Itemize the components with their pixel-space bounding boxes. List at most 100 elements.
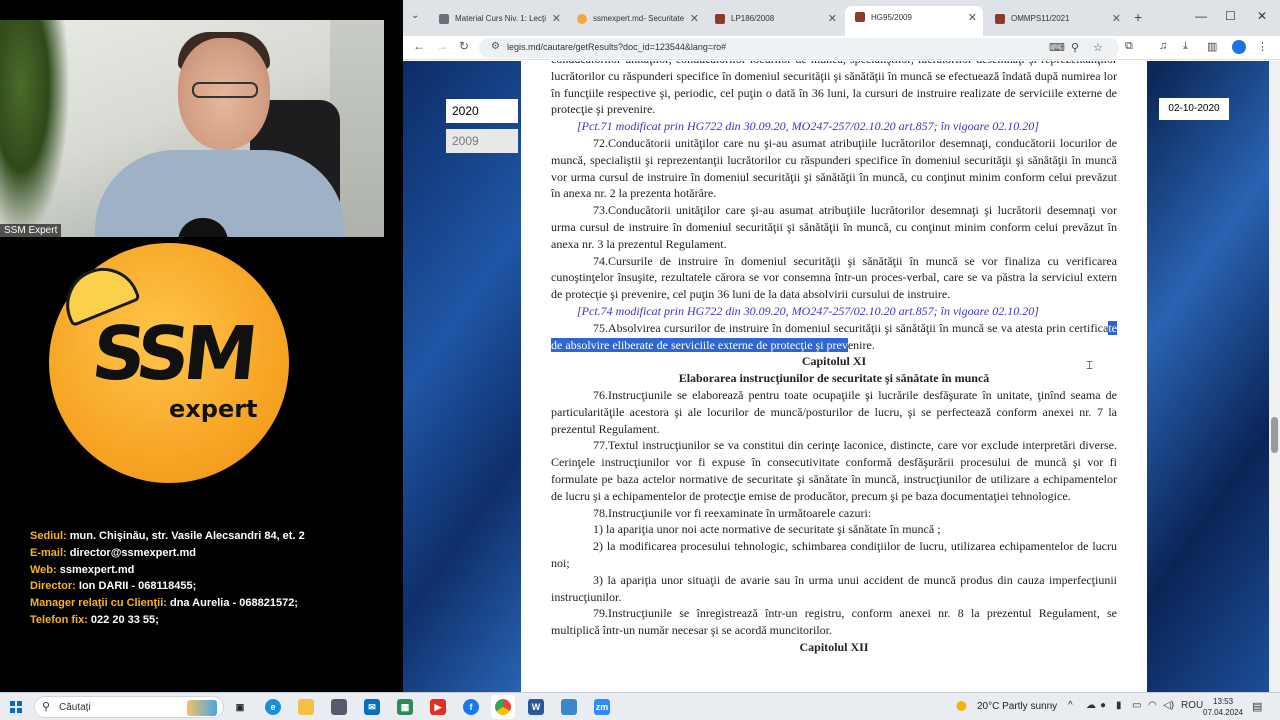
- tab-search-chevron-icon[interactable]: ⌄: [411, 10, 419, 21]
- volume-icon[interactable]: ◁): [1163, 700, 1174, 711]
- task-view-icon[interactable]: ▣: [232, 699, 248, 715]
- chapter-11-heading: Capitolul XI: [801, 354, 867, 369]
- windows-taskbar: ⚲ Căutați ▣ e ✉ ▦ ▶ f W zm 20°C Partly s…: [0, 692, 1280, 720]
- youtube-icon[interactable]: ▶: [430, 699, 446, 715]
- close-tab-icon[interactable]: ✕: [828, 8, 837, 30]
- paragraph-78-item-3: 3) la apariţia unor situaţii de avarie s…: [551, 572, 1117, 604]
- paragraph-78: 78.Instrucţiunile vor fi reexaminate în …: [593, 505, 872, 520]
- contact-line: E-mail: director@ssmexpert.md: [30, 546, 197, 559]
- file-explorer-icon[interactable]: [298, 699, 314, 715]
- store-icon[interactable]: [331, 699, 347, 715]
- contact-info: Sediul: mun. Chişinău, str. Vasile Alecs…: [30, 528, 305, 629]
- paragraph-78-item-1: 1) la apariţia unor noi acte normative d…: [593, 522, 941, 537]
- clock[interactable]: 13:53 07.04.2024: [1203, 696, 1243, 718]
- notifications-icon[interactable]: ▤: [1252, 700, 1262, 713]
- zoom-app-icon[interactable]: zm: [594, 699, 610, 715]
- logo-main-text: SSM: [88, 311, 256, 397]
- minimize-icon[interactable]: —: [1195, 9, 1207, 23]
- wifi-icon[interactable]: ◠: [1148, 700, 1157, 711]
- paragraph-79: 79.Instrucţiunile se înregistrează într-…: [551, 606, 1117, 638]
- browser-toolbar: ← → ↻ ⚙ legis.md/cautare/getResults?doc_…: [403, 36, 1280, 60]
- webcam-name-label: SSM Expert: [0, 224, 62, 237]
- contact-line: Director: Ion DARII - 068118455;: [30, 580, 197, 593]
- paragraph-71-cont: conducătorilor unităţilor, conducătorilo…: [551, 61, 1117, 117]
- facebook-icon[interactable]: f: [463, 699, 479, 715]
- new-tab-plus-icon[interactable]: +: [1134, 9, 1142, 25]
- reload-icon[interactable]: ↻: [459, 39, 469, 53]
- tab-lp186[interactable]: LP186/2008 ✕: [705, 8, 843, 30]
- legis-favicon-icon: [855, 12, 865, 22]
- close-window-icon[interactable]: ✕: [1257, 9, 1267, 23]
- paragraph-78-item-2: 2) la modificarea procesului tehnologic,…: [551, 539, 1117, 570]
- address-bar[interactable]: ⚙ legis.md/cautare/getResults?doc_id=123…: [479, 38, 1119, 58]
- scrollbar-thumb[interactable]: [1271, 417, 1278, 453]
- maximize-icon[interactable]: ☐: [1225, 9, 1236, 23]
- tray-app-icon[interactable]: ●: [1100, 700, 1106, 711]
- contact-line: Manager relaţii cu Clienţii: dna Aurelia…: [30, 597, 298, 610]
- edge-icon[interactable]: e: [265, 699, 281, 715]
- back-arrow-icon[interactable]: ←: [413, 39, 425, 53]
- tab-material-curs[interactable]: Material Curs Niv. 1: Lecţi ✕: [429, 8, 567, 30]
- document-page: conducătorilor unităţilor, conducătorilo…: [521, 61, 1147, 692]
- site-info-icon[interactable]: ⚙: [491, 41, 500, 52]
- word-icon[interactable]: W: [528, 699, 544, 715]
- legis-favicon-icon: [715, 14, 725, 24]
- chapter-11-title: Elaborarea instrucţiunilor de securitate…: [678, 371, 990, 386]
- tray-app-icon[interactable]: ☁: [1086, 700, 1096, 711]
- year-filter-2020[interactable]: 2020: [446, 99, 518, 123]
- chevron-up-icon[interactable]: ^: [1068, 700, 1073, 711]
- windows-start-icon[interactable]: [10, 701, 22, 713]
- image-editor-icon[interactable]: [561, 699, 577, 715]
- year-filter-2009[interactable]: 2009: [446, 129, 518, 153]
- side-panel-icon[interactable]: ▥: [1207, 40, 1217, 53]
- close-tab-icon[interactable]: ✕: [552, 8, 561, 30]
- page-viewport: 2020 2009 02-10-2020 conducătorilor unit…: [403, 61, 1269, 692]
- chrome-icon[interactable]: [495, 699, 511, 715]
- tab-strip: ⌄ Material Curs Niv. 1: Lecţi ✕ ssmexper…: [403, 0, 1280, 36]
- profile-avatar-icon[interactable]: [1232, 40, 1246, 54]
- mail-icon[interactable]: ✉: [364, 699, 380, 715]
- close-tab-icon[interactable]: ✕: [1112, 8, 1121, 30]
- page-scrollbar[interactable]: [1269, 61, 1280, 692]
- ssmexpert-favicon-icon: [577, 14, 587, 24]
- calculator-icon[interactable]: ▦: [397, 699, 413, 715]
- search-highlight-icon: [187, 700, 217, 716]
- close-tab-icon[interactable]: ✕: [690, 8, 699, 30]
- language-indicator[interactable]: ROU: [1181, 700, 1203, 711]
- tab-hg95[interactable]: HG95/2009 ✕: [845, 6, 983, 36]
- extensions-icon[interactable]: ⧉: [1125, 40, 1133, 53]
- weather-sun-icon[interactable]: [955, 699, 971, 713]
- ssm-expert-logo: SSM expert: [49, 243, 289, 483]
- forward-arrow-icon[interactable]: →: [436, 39, 448, 53]
- paragraph-74: 74.Cursurile de instruire în domeniul se…: [551, 253, 1117, 302]
- text-cursor-icon: ⌶: [1086, 358, 1094, 372]
- download-icon[interactable]: ⤓: [1183, 40, 1188, 53]
- tab-ommps11[interactable]: OMMPS11/2021 ✕: [985, 8, 1127, 30]
- translate-icon[interactable]: ⌨: [1049, 41, 1065, 54]
- chapter-12-heading: Capitolul XII: [799, 639, 869, 654]
- network-icon[interactable]: ▭: [1132, 700, 1141, 711]
- presenter-panel: SSM Expert SSM expert Sediul: mun. Chişi…: [0, 0, 403, 692]
- paragraph-73: 73.Conducătorii unităţilor care şi-au as…: [551, 203, 1117, 251]
- paragraph-77: 77.Textul instrucţiunilor se va constitu…: [551, 438, 1117, 503]
- taskbar-search[interactable]: ⚲ Căutați: [34, 696, 224, 718]
- tab-ssmexpert[interactable]: ssmexpert.md- Securitate ✕: [567, 8, 705, 30]
- menu-kebab-icon[interactable]: ⋮: [1257, 40, 1268, 53]
- legis-favicon-icon: [995, 14, 1005, 24]
- paragraph-72: 72.Conducătorii unităţilor care nu şi-au…: [551, 135, 1117, 201]
- bookmark-star-icon[interactable]: ☆: [1093, 41, 1103, 54]
- webcam-feed: [0, 20, 384, 237]
- tray-app-icon[interactable]: ▮: [1116, 700, 1122, 711]
- version-date-badge[interactable]: 02-10-2020: [1159, 98, 1229, 120]
- paragraph-76: 76.Instrucţiunile se elaborează pentru t…: [551, 387, 1117, 436]
- weather-status[interactable]: 20°C Partly sunny: [977, 701, 1057, 712]
- close-tab-icon[interactable]: ✕: [968, 6, 977, 30]
- browser-window: ⌄ Material Curs Niv. 1: Lecţi ✕ ssmexper…: [403, 0, 1280, 692]
- url-text[interactable]: legis.md/cautare/getResults?doc_id=12354…: [507, 42, 726, 52]
- media-control-icon[interactable]: ♫: [1159, 40, 1167, 52]
- contact-line: Web: ssmexpert.md: [30, 563, 135, 576]
- zoom-icon[interactable]: ⚲: [1071, 41, 1079, 54]
- paragraph-75: 75.Absolvirea cursurilor de instruire în…: [551, 320, 1117, 352]
- amendment-note-74: [Pct.74 modificat prin HG722 din 30.09.2…: [577, 303, 1039, 318]
- amendment-note-71: [Pct.71 modificat prin HG722 din 30.09.2…: [577, 119, 1039, 134]
